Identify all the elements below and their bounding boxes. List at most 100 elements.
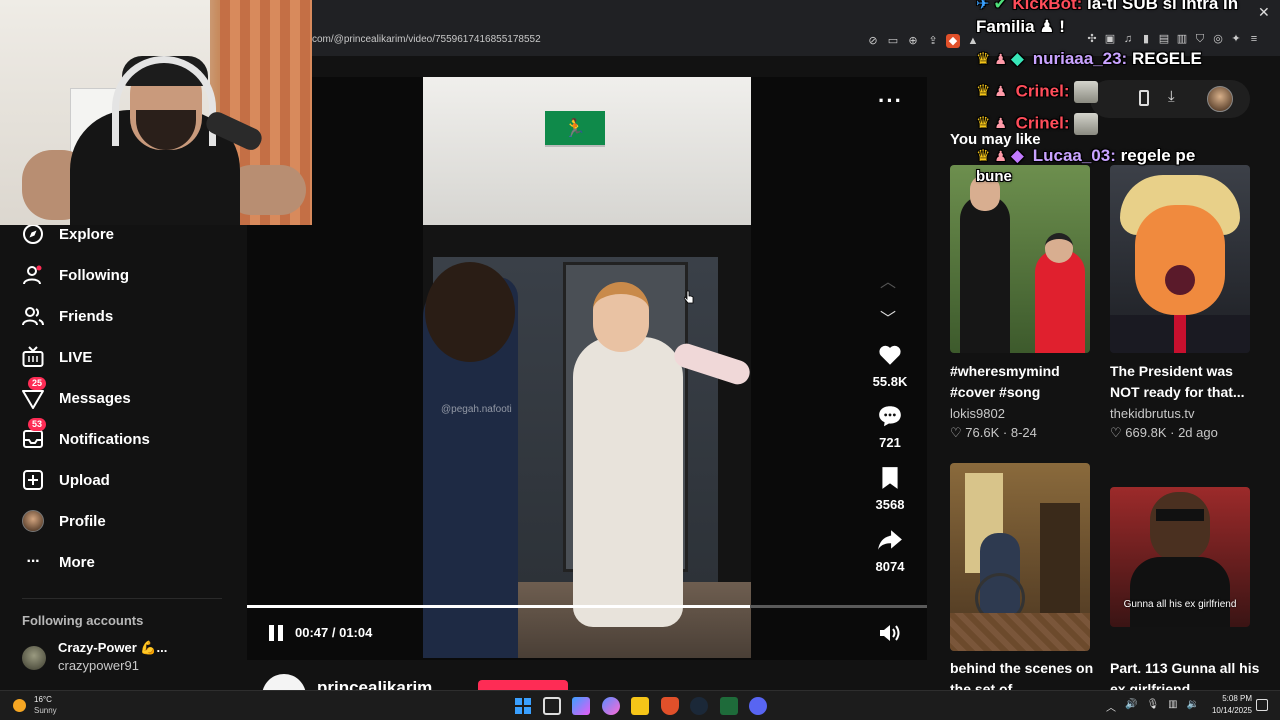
sidebar-item-profile[interactable]: Profile bbox=[22, 509, 106, 533]
rec-stats: ♡ 76.6K · 8-24 bbox=[950, 425, 1037, 441]
sidebar-item-more[interactable]: ··· More bbox=[22, 550, 95, 574]
shield-icon[interactable]: ⛉ bbox=[1193, 32, 1207, 46]
leo-ai-icon[interactable]: ✦ bbox=[1229, 32, 1243, 46]
sidebar-item-friends[interactable]: Friends bbox=[22, 304, 113, 328]
emote-icon bbox=[1074, 81, 1099, 103]
share-button[interactable]: 8074 bbox=[862, 527, 918, 574]
following-account-name[interactable]: Crazy-Power 💪... bbox=[58, 640, 167, 656]
brave-browser-icon[interactable] bbox=[661, 697, 679, 715]
file-explorer-icon[interactable] bbox=[631, 697, 649, 715]
rec-title[interactable]: #wheresmymind #cover #song bbox=[950, 361, 1100, 403]
gem-icon: ◆ bbox=[1010, 49, 1024, 68]
cast-icon[interactable]: ▭ bbox=[886, 34, 900, 48]
sidebar-item-notifications[interactable]: 53 Notifications bbox=[22, 418, 150, 451]
rec-thumbnail[interactable] bbox=[950, 165, 1090, 353]
comment-icon bbox=[879, 406, 901, 427]
chat-message: ♛ ♟ ◆ Lucaa_03: regele pe bbox=[976, 146, 1195, 166]
friends-icon bbox=[22, 307, 44, 326]
video-frame[interactable]: 🏃 @pegah.nafooti bbox=[423, 77, 751, 658]
address-bar[interactable]: com/@princealikarim/video/75596174168551… bbox=[312, 30, 892, 50]
sidebar-item-live[interactable]: LIVE bbox=[22, 345, 92, 369]
sidebar-item-label: Friends bbox=[59, 307, 114, 325]
brave-shield-icon[interactable]: ◆ bbox=[946, 34, 960, 48]
discord-icon[interactable] bbox=[749, 697, 767, 715]
clock-date[interactable]: 10/14/2025 bbox=[1198, 706, 1252, 715]
steam-icon[interactable] bbox=[690, 697, 708, 715]
following-account-avatar[interactable] bbox=[22, 646, 46, 670]
chat-message: ♛ ♟ Crinel: bbox=[976, 81, 1099, 103]
pause-icon[interactable] bbox=[266, 623, 286, 643]
clock-time[interactable]: 5:08 PM bbox=[1208, 694, 1252, 703]
share-icon[interactable]: ⇪ bbox=[926, 34, 940, 48]
sidebar-item-explore[interactable]: Explore bbox=[22, 222, 114, 246]
volume-icon[interactable] bbox=[878, 622, 902, 644]
sidebar-item-label: Following bbox=[59, 266, 129, 284]
menu-icon[interactable]: ≡ bbox=[1247, 32, 1261, 46]
next-video-chevron-icon[interactable]: ﹀ bbox=[880, 305, 896, 329]
sidebar-icon[interactable]: ▮ bbox=[1139, 32, 1153, 46]
previous-video-chevron-icon[interactable]: ︿ bbox=[880, 268, 896, 292]
crown-icon: ♛ bbox=[976, 83, 991, 101]
rec-thumbnail[interactable] bbox=[950, 463, 1090, 651]
extension-icon[interactable]: ✣ bbox=[1085, 32, 1099, 46]
task-view-icon[interactable] bbox=[543, 697, 561, 715]
chat-username: Lucaa_03: bbox=[1032, 146, 1116, 165]
like-button[interactable]: 55.8K bbox=[862, 342, 918, 389]
windows-start-icon[interactable] bbox=[514, 697, 532, 715]
account-avatar[interactable] bbox=[1207, 86, 1233, 112]
rec-title[interactable]: Part. 113 Gunna all his ex girlfriend bbox=[1110, 658, 1260, 690]
tab-icon[interactable]: ▤ bbox=[1157, 32, 1171, 46]
speaker-icon[interactable]: 🔊 bbox=[1125, 699, 1137, 714]
author-avatar[interactable] bbox=[262, 674, 306, 690]
rec-author[interactable]: lokis9802 bbox=[950, 406, 1005, 421]
microphone-tray-icon[interactable]: 🎙 bbox=[1146, 699, 1159, 714]
zoom-icon[interactable]: ⊕ bbox=[906, 34, 920, 48]
rec-author[interactable]: thekidbrutus.tv bbox=[1110, 406, 1195, 421]
rec-title[interactable]: behind the scenes on the set of bbox=[950, 658, 1100, 690]
follow-button[interactable] bbox=[478, 680, 568, 690]
save-button[interactable]: 3568 bbox=[862, 465, 918, 512]
crown-icon: ♛ bbox=[976, 148, 991, 165]
following-accounts-heading: Following accounts bbox=[22, 613, 144, 628]
rec-date: 2d ago bbox=[1178, 425, 1218, 440]
author-name[interactable]: princealikarim bbox=[317, 678, 432, 690]
no-translate-icon[interactable]: ⊘ bbox=[866, 34, 880, 48]
rec-date: 8-24 bbox=[1010, 425, 1037, 440]
notification-bell-icon[interactable] bbox=[1256, 699, 1268, 711]
phone-icon[interactable] bbox=[1139, 90, 1149, 106]
comment-count: 721 bbox=[879, 435, 901, 450]
copilot-icon[interactable] bbox=[572, 697, 590, 715]
man-head bbox=[425, 262, 515, 362]
inbox-icon bbox=[23, 430, 43, 448]
screenshot-icon[interactable]: ▣ bbox=[1103, 32, 1117, 46]
copilot-app-icon[interactable] bbox=[602, 697, 620, 715]
download-icon[interactable]: ⤓ bbox=[1168, 88, 1175, 105]
exit-running-man-icon: 🏃 bbox=[545, 111, 605, 145]
media-icon[interactable]: ♫ bbox=[1121, 32, 1135, 46]
thumb-tie bbox=[1174, 315, 1186, 353]
streamer-webcam bbox=[0, 0, 312, 225]
rec-thumbnail[interactable]: Gunna all his ex girlfriend bbox=[1110, 487, 1250, 627]
network-icon[interactable]: ▥ bbox=[1168, 699, 1177, 714]
rec-title[interactable]: The President was NOT ready for that... bbox=[1110, 361, 1260, 403]
separator-dot: · bbox=[1170, 425, 1175, 440]
sidebar-item-messages[interactable]: 25 Messages bbox=[22, 377, 131, 410]
sidebar-item-following[interactable]: Following bbox=[22, 263, 129, 287]
chevron-up-icon[interactable]: ︿ bbox=[1106, 699, 1116, 714]
rec-thumbnail[interactable] bbox=[1110, 165, 1250, 353]
chat-text: Familia ♟ ! bbox=[976, 17, 1065, 36]
following-account-handle[interactable]: crazypower91 bbox=[58, 658, 139, 673]
thumb-person-black bbox=[960, 195, 1010, 353]
excel-icon[interactable] bbox=[720, 697, 738, 715]
bookmark-icon bbox=[882, 467, 898, 489]
wallet-icon[interactable]: ▥ bbox=[1175, 32, 1189, 46]
vpn-icon[interactable]: ◎ bbox=[1211, 32, 1225, 46]
video-progress-bar[interactable] bbox=[247, 605, 927, 608]
comment-button[interactable]: 721 bbox=[862, 403, 918, 450]
sun-icon[interactable] bbox=[13, 699, 26, 712]
more-options-icon[interactable]: ··· bbox=[878, 90, 903, 112]
verified-check-icon: ✔ bbox=[993, 0, 1008, 13]
cursor-hand-icon bbox=[684, 290, 694, 304]
close-icon[interactable]: ✕ bbox=[1258, 4, 1270, 21]
sidebar-item-upload[interactable]: Upload bbox=[22, 468, 110, 492]
